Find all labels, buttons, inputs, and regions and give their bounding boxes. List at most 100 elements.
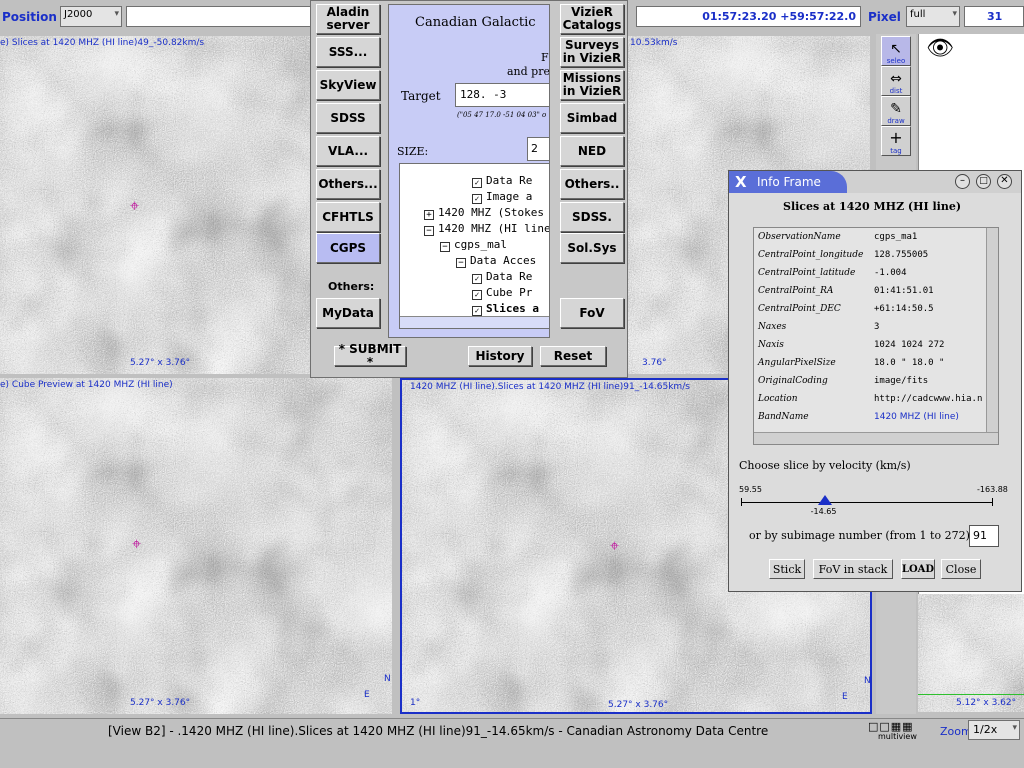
catalog-button-5[interactable]: Others.. bbox=[560, 169, 624, 199]
eye-icon[interactable]: 👁 bbox=[926, 36, 954, 61]
collapse-icon[interactable]: − bbox=[440, 242, 450, 252]
history-button[interactable]: History bbox=[468, 346, 532, 366]
server-button-4[interactable]: VLA... bbox=[316, 136, 380, 166]
tree-node[interactable]: ✓ Cube Pr bbox=[472, 286, 532, 300]
slider-thumb[interactable] bbox=[817, 495, 832, 505]
checkbox-icon[interactable]: ✓ bbox=[472, 306, 482, 316]
draw-tool[interactable]: ✎ draw bbox=[881, 96, 911, 126]
chevron-down-icon: ▾ bbox=[114, 9, 119, 19]
property-value: cgps_ma1 bbox=[874, 232, 918, 242]
tree-node[interactable]: ✓ Data Re bbox=[472, 270, 532, 284]
multiview-control[interactable]: □□▦▦ multiview bbox=[866, 720, 930, 741]
status-text: [View B2] - .1420 MHZ (HI line).Slices a… bbox=[108, 724, 769, 738]
velocity-slider[interactable] bbox=[741, 495, 993, 509]
property-key: BandName bbox=[758, 412, 809, 422]
fov-button[interactable]: FoV bbox=[560, 298, 624, 328]
multiview-label: multiview bbox=[878, 732, 917, 741]
orientation-n: N bbox=[864, 676, 871, 686]
catalog-button-6[interactable]: SDSS. bbox=[560, 202, 624, 232]
server-button-5[interactable]: Others... bbox=[316, 169, 380, 199]
reset-button[interactable]: Reset bbox=[540, 346, 606, 366]
checkbox-icon[interactable]: ✓ bbox=[472, 178, 482, 188]
orientation-e: E bbox=[842, 692, 848, 702]
panel-title: Canadian Galactic bbox=[415, 15, 536, 30]
pixel-select[interactable]: full ▾ bbox=[906, 6, 960, 27]
catalog-button-1[interactable]: Surveys in VizieR bbox=[560, 37, 624, 67]
size-input[interactable]: 2 bbox=[527, 137, 549, 161]
close-button[interactable]: Close bbox=[941, 559, 981, 579]
vel-current: -14.65 bbox=[810, 507, 837, 516]
tree-node[interactable]: ✓ Slices a bbox=[472, 302, 539, 316]
zoom-select[interactable]: 1/2x ▾ bbox=[968, 720, 1020, 740]
catalog-button-0[interactable]: VizieR Catalogs bbox=[560, 4, 624, 34]
info-frame-titlebar[interactable]: X Info Frame – □ ✕ bbox=[729, 171, 1021, 193]
tool-label: seleo bbox=[886, 57, 906, 65]
server-button-0[interactable]: Aladin server bbox=[316, 4, 380, 34]
catalog-button-7[interactable]: Sol.Sys bbox=[560, 233, 624, 263]
zoom-label: Zoom bbox=[940, 725, 972, 738]
mydata-button[interactable]: MyData bbox=[316, 298, 380, 328]
load-button[interactable]: LOAD bbox=[901, 559, 935, 579]
tree-node[interactable]: − Data Acces bbox=[456, 254, 536, 268]
select-tool[interactable]: ↖ seleo bbox=[881, 36, 911, 66]
view-size: 3.76° bbox=[642, 358, 667, 368]
server-button-2[interactable]: SkyView bbox=[316, 70, 380, 100]
tag-tool[interactable]: + tag bbox=[881, 126, 911, 156]
server-button-1[interactable]: SSS... bbox=[316, 37, 380, 67]
view-bottom-left[interactable]: e) Cube Preview at 1420 MHZ (HI line) ⌖ … bbox=[0, 378, 392, 714]
view-top-left[interactable]: e) Slices at 1420 MHZ (HI line)49_-50.82… bbox=[0, 36, 310, 374]
target-input[interactable]: 128. -3 bbox=[455, 83, 549, 107]
tool-label: draw bbox=[887, 117, 905, 125]
checkbox-icon[interactable]: ✓ bbox=[472, 274, 482, 284]
frame-select[interactable]: J2000 ▾ bbox=[60, 6, 122, 27]
property-key: CentralPoint_DEC bbox=[758, 304, 841, 314]
property-key: Naxes bbox=[758, 322, 787, 332]
fov-in-stack-button[interactable]: FoV in stack bbox=[813, 559, 893, 579]
server-button-7[interactable]: CGPS bbox=[316, 233, 380, 263]
cgps-form: Canadian Galactic F and pre Target 128. … bbox=[388, 4, 550, 338]
expand-icon[interactable]: + bbox=[424, 210, 434, 220]
tool-label: tag bbox=[890, 147, 902, 155]
server-button-6[interactable]: CFHTLS bbox=[316, 202, 380, 232]
choose-label: Choose slice by velocity (km/s) bbox=[739, 459, 911, 472]
view-label: 1420 MHZ (HI line).Slices at 1420 MHZ (H… bbox=[410, 382, 690, 392]
tree-node-label: Slices a bbox=[486, 302, 539, 315]
collapse-icon[interactable]: − bbox=[456, 258, 466, 268]
tree-node[interactable]: ✓ Data Re bbox=[472, 174, 532, 188]
mini-view[interactable]: 5.12° x 3.62° bbox=[918, 594, 1024, 712]
vertical-scrollbar[interactable] bbox=[986, 228, 998, 432]
slider-tick-right bbox=[992, 498, 993, 506]
tree-node[interactable]: ✓ Image a bbox=[472, 190, 532, 204]
horizontal-scrollbar[interactable] bbox=[754, 432, 998, 444]
subimage-input[interactable]: 91 bbox=[969, 525, 999, 547]
position-input[interactable] bbox=[126, 6, 312, 27]
tree-node[interactable]: +1420 MHZ (Stokes bbox=[424, 206, 544, 220]
property-key: ObservationName bbox=[758, 232, 841, 242]
catalog-button-3[interactable]: Simbad bbox=[560, 103, 624, 133]
property-value: 01:41:51.01 bbox=[874, 286, 934, 296]
tree-node[interactable]: −1420 MHZ (HI line bbox=[424, 222, 549, 236]
submit-button[interactable]: * SUBMIT * bbox=[334, 343, 406, 369]
catalog-button-4[interactable]: NED bbox=[560, 136, 624, 166]
property-value: +61:14:50.5 bbox=[874, 304, 934, 314]
tree-scrollbar[interactable] bbox=[400, 316, 549, 328]
server-button-3[interactable]: SDSS bbox=[316, 103, 380, 133]
tree-view[interactable]: ✓ Data Re ✓ Image a +1420 MHZ (Stokes −1420 M… bbox=[399, 163, 549, 329]
view-size: 5.27° x 3.76° bbox=[608, 700, 669, 710]
checkbox-icon[interactable]: ✓ bbox=[472, 194, 482, 204]
dist-tool[interactable]: ⇔ dist bbox=[881, 66, 911, 96]
collapse-icon[interactable]: − bbox=[424, 226, 434, 236]
tree-node[interactable]: − cgps_mal bbox=[440, 238, 507, 252]
view-label: 10.53km/s bbox=[630, 38, 678, 48]
maximize-icon[interactable]: □ bbox=[976, 174, 991, 189]
property-value: 18.0 " 18.0 " bbox=[874, 358, 945, 368]
panel-desc-2: and pre bbox=[507, 65, 550, 78]
position-label: Position bbox=[2, 10, 57, 24]
view-size: 5.27° x 3.76° bbox=[130, 358, 191, 368]
catalog-button-2[interactable]: Missions in VizieR bbox=[560, 70, 624, 100]
close-icon[interactable]: ✕ bbox=[997, 174, 1012, 189]
property-key: Naxis bbox=[758, 340, 784, 350]
minimize-icon[interactable]: – bbox=[955, 174, 970, 189]
stick-button[interactable]: Stick bbox=[769, 559, 805, 579]
checkbox-icon[interactable]: ✓ bbox=[472, 290, 482, 300]
